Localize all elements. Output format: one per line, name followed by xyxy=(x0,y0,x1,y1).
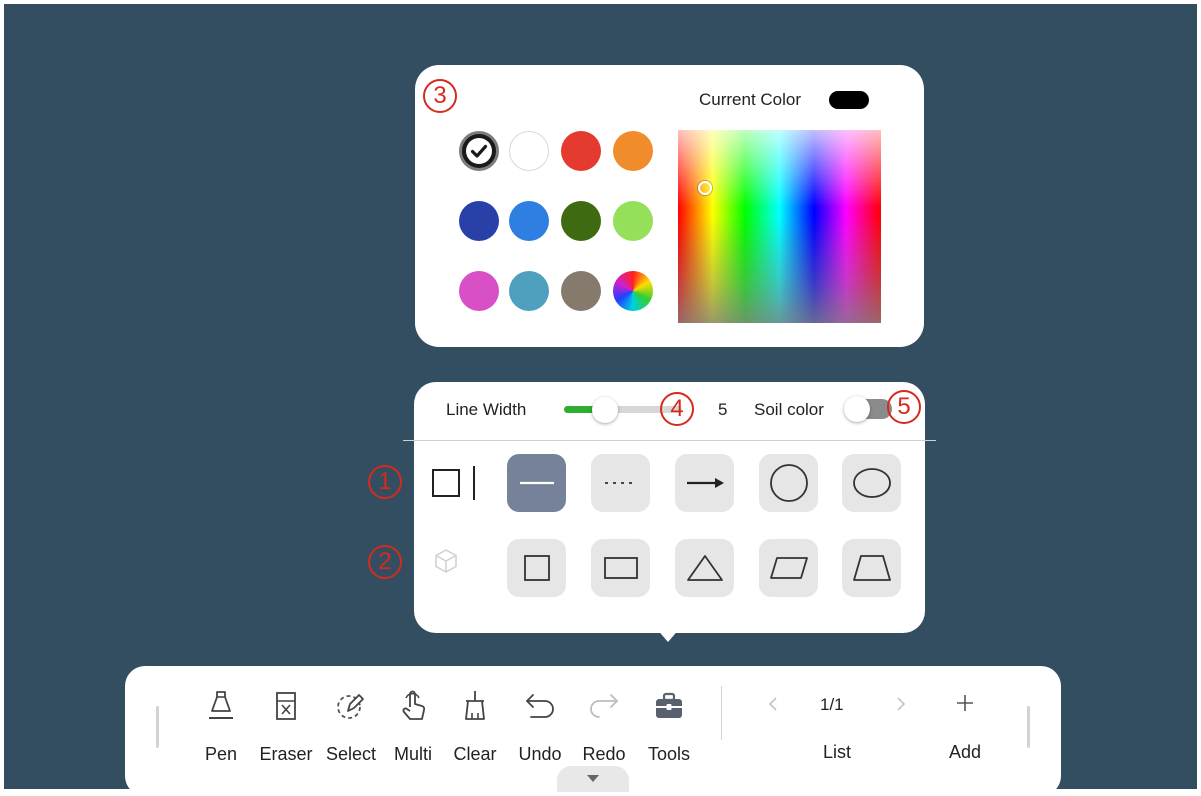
rectangle-icon xyxy=(603,557,638,579)
spectrum-handle[interactable] xyxy=(698,181,712,195)
multi-tool[interactable]: Multi xyxy=(387,686,439,786)
swatch-orange[interactable] xyxy=(613,131,653,171)
clear-icon xyxy=(465,691,485,720)
swatch-magenta[interactable] xyxy=(459,271,499,311)
line-width-value: 5 xyxy=(718,400,728,419)
square-icon xyxy=(523,555,550,581)
redo-label: Redo xyxy=(582,744,626,764)
caret-down-icon xyxy=(587,775,599,782)
tools-tool[interactable]: Tools xyxy=(641,686,697,786)
pen-label: Pen xyxy=(204,744,238,764)
plus-icon[interactable] xyxy=(954,692,976,714)
triangle-tool-button[interactable] xyxy=(675,539,734,597)
parallelogram-tool-button[interactable] xyxy=(759,539,818,597)
chevron-right-icon[interactable] xyxy=(893,694,909,714)
select-tool[interactable]: Select xyxy=(321,686,381,786)
triangle-icon xyxy=(686,555,723,581)
arrow-icon xyxy=(686,478,724,488)
eraser-icon xyxy=(276,692,296,720)
swatch-red[interactable] xyxy=(561,131,601,171)
tools-label: Tools xyxy=(647,744,691,764)
parallelogram-icon xyxy=(769,557,808,579)
eraser-tool[interactable]: Eraser xyxy=(255,686,317,786)
toggle-thumb[interactable] xyxy=(844,396,870,422)
redo-icon xyxy=(590,694,618,718)
clear-tool[interactable]: Clear xyxy=(447,686,503,786)
select-label: Select xyxy=(325,744,377,764)
undo-icon xyxy=(526,694,554,718)
toolbar-right-handle[interactable] xyxy=(1027,706,1030,748)
ellipse-tool-button[interactable] xyxy=(842,454,901,512)
swatch-white[interactable] xyxy=(509,131,549,171)
multi-label: Multi xyxy=(393,744,432,764)
swatch-taupe[interactable] xyxy=(561,271,601,311)
toolbar-left-handle[interactable] xyxy=(156,706,159,748)
callout-1: 1 xyxy=(368,465,402,499)
clear-label: Clear xyxy=(453,744,497,764)
select-icon xyxy=(337,694,364,719)
trapezoid-tool-button[interactable] xyxy=(842,539,901,597)
solid-color-toggle[interactable] xyxy=(844,396,892,422)
eraser-label: Eraser xyxy=(259,744,313,764)
swatch-teal[interactable] xyxy=(509,271,549,311)
pen-icon xyxy=(209,691,233,719)
chevron-left-icon[interactable] xyxy=(765,694,781,714)
swatch-light-green[interactable] xyxy=(613,201,653,241)
arrow-tool-button[interactable] xyxy=(675,454,734,512)
line-icon xyxy=(519,481,554,485)
current-color-swatch xyxy=(829,91,869,109)
page-indicator: 1/1 xyxy=(820,695,844,714)
circle-tool-button[interactable] xyxy=(759,454,818,512)
line-width-label: Line Width xyxy=(446,400,527,419)
color-spectrum[interactable] xyxy=(678,130,881,323)
dashed-line-icon xyxy=(604,482,637,484)
cube-3d-icon[interactable] xyxy=(430,546,462,576)
swatch-navy[interactable] xyxy=(459,201,499,241)
swatch-dark-green[interactable] xyxy=(561,201,601,241)
toolbar-separator xyxy=(721,686,722,740)
color-picker-panel: 3 Current Color xyxy=(415,65,924,347)
rectangle-line-mode-icon[interactable] xyxy=(430,460,478,506)
add-button[interactable]: Add xyxy=(935,742,995,763)
dashed-line-tool-button[interactable] xyxy=(591,454,650,512)
toolbar-expand-tab[interactable] xyxy=(557,766,629,792)
popup-pointer xyxy=(656,628,680,642)
list-button[interactable]: List xyxy=(805,742,869,763)
swatch-blue[interactable] xyxy=(509,201,549,241)
current-color-label: Current Color xyxy=(699,90,802,109)
trapezoid-icon xyxy=(852,555,891,581)
square-tool-button[interactable] xyxy=(507,539,566,597)
pen-tool[interactable]: Pen xyxy=(195,686,247,786)
checkmark-icon xyxy=(466,138,492,164)
solid-color-label: Soil color xyxy=(754,400,824,419)
swatch-black[interactable] xyxy=(459,131,499,171)
circle-icon xyxy=(769,464,808,502)
slider-thumb[interactable] xyxy=(592,397,618,423)
rectangle-tool-button[interactable] xyxy=(591,539,650,597)
callout-3: 3 xyxy=(423,79,457,113)
shape-settings-panel: Line Width 4 5 Soil color 5 1 2 xyxy=(368,382,925,633)
ellipse-icon xyxy=(852,468,891,498)
line-tool-button[interactable] xyxy=(507,454,566,512)
toolbox-icon xyxy=(656,692,682,718)
color-wheel-swatch[interactable] xyxy=(613,271,653,311)
callout-2: 2 xyxy=(368,545,402,579)
multi-touch-icon xyxy=(402,690,426,720)
callout-4: 4 xyxy=(660,392,694,426)
panel-divider xyxy=(403,440,936,441)
undo-label: Undo xyxy=(518,744,562,764)
callout-5: 5 xyxy=(887,390,921,424)
